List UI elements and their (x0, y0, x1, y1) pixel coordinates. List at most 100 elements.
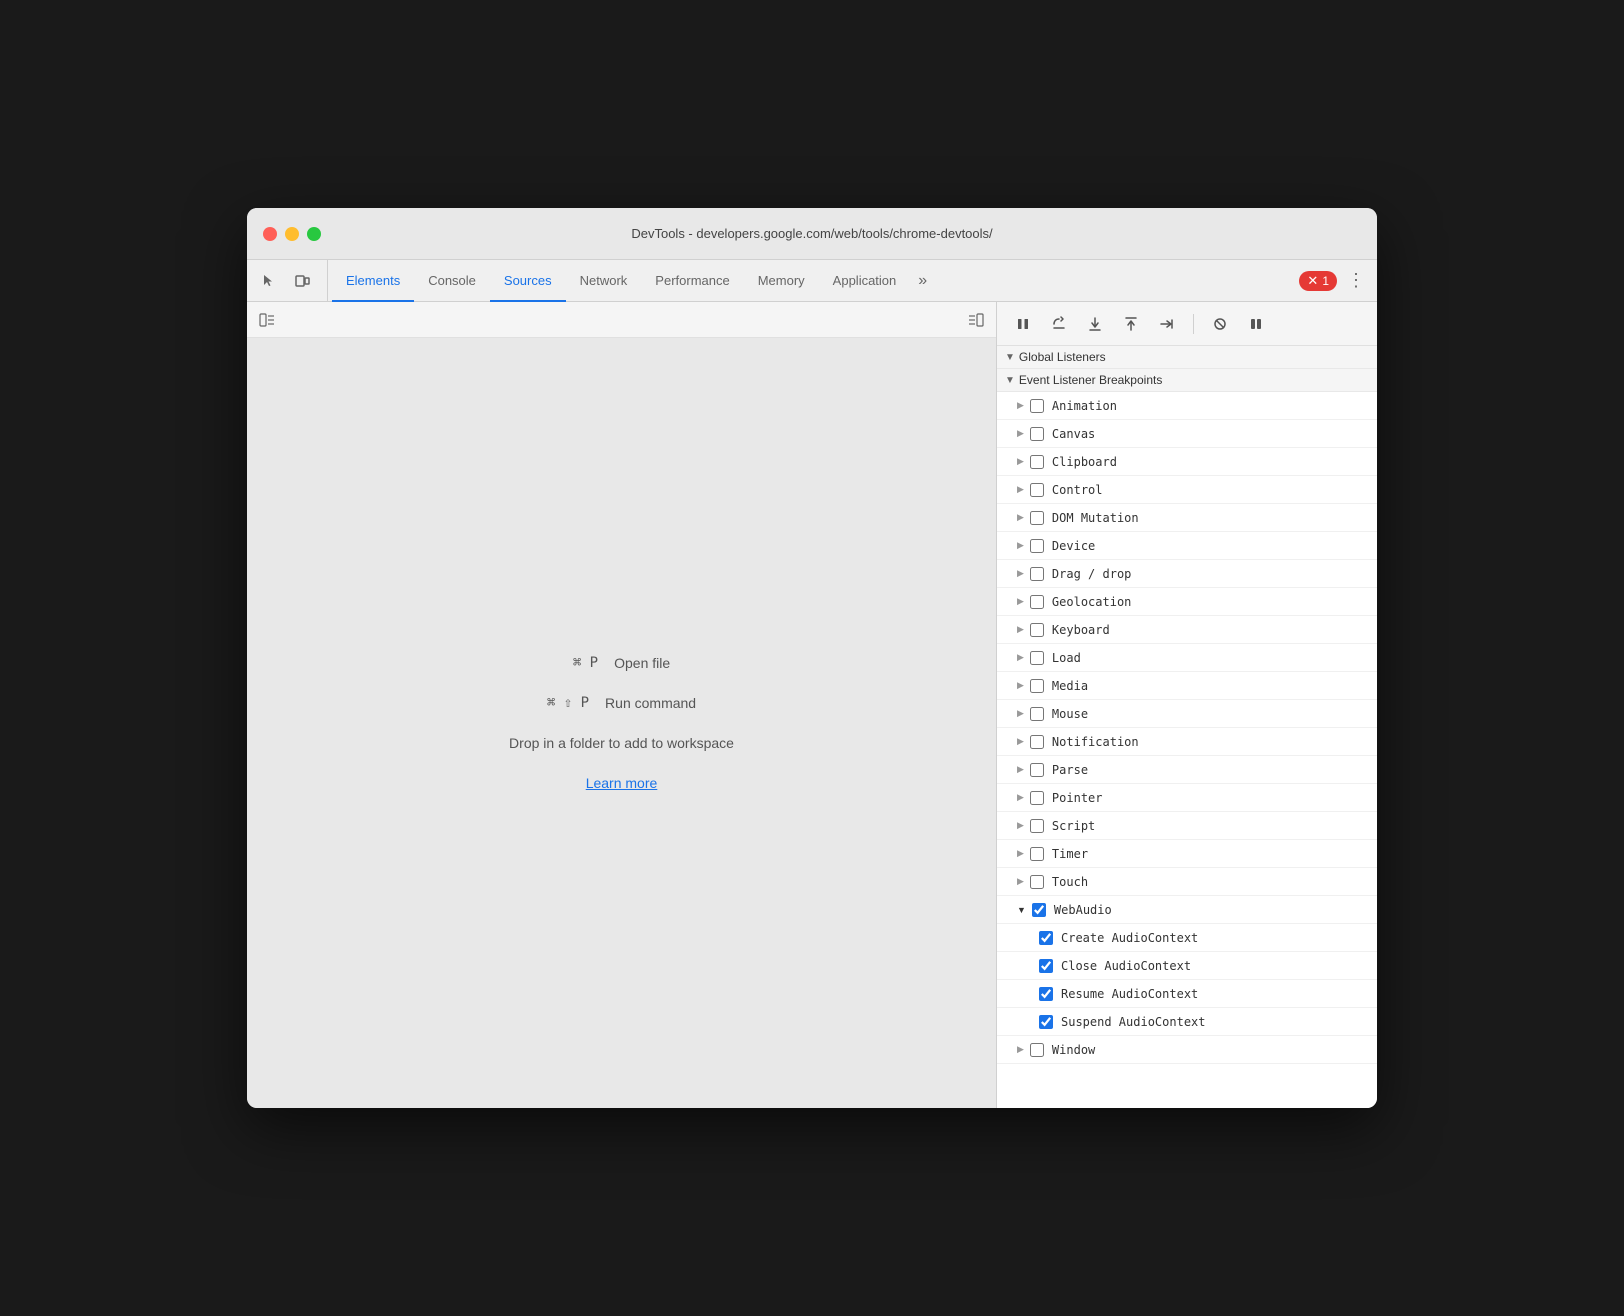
bp-item-script[interactable]: ▶ Script (997, 812, 1377, 840)
bp-item-suspend-audiocontext[interactable]: Suspend AudioContext (997, 1008, 1377, 1036)
bp-checkbox-media[interactable] (1030, 679, 1044, 693)
bp-checkbox-close-audiocontext[interactable] (1039, 959, 1053, 973)
step-out-button[interactable] (1117, 310, 1145, 338)
tab-memory[interactable]: Memory (744, 261, 819, 302)
more-options-button[interactable]: ⋮ (1343, 268, 1369, 294)
bp-item-dom-mutation[interactable]: ▶ DOM Mutation (997, 504, 1377, 532)
bp-checkbox-notification[interactable] (1030, 735, 1044, 749)
error-badge[interactable]: ✕ 1 (1299, 271, 1337, 291)
bp-checkbox-create-audiocontext[interactable] (1039, 931, 1053, 945)
debugger-toolbar (997, 302, 1377, 346)
toolbar-separator (1193, 314, 1194, 334)
bp-arrow-control: ▶ (1017, 484, 1024, 495)
bp-item-device[interactable]: ▶ Device (997, 532, 1377, 560)
bp-label-script: Script (1052, 819, 1095, 833)
bp-checkbox-keyboard[interactable] (1030, 623, 1044, 637)
bp-checkbox-suspend-audiocontext[interactable] (1039, 1015, 1053, 1029)
event-listener-section-header[interactable]: ▼ Event Listener Breakpoints (997, 369, 1377, 392)
bp-item-notification[interactable]: ▶ Notification (997, 728, 1377, 756)
bp-label-pointer: Pointer (1052, 791, 1103, 805)
bp-item-clipboard[interactable]: ▶ Clipboard (997, 448, 1377, 476)
window-title: DevTools - developers.google.com/web/too… (631, 226, 992, 241)
bp-checkbox-timer[interactable] (1030, 847, 1044, 861)
pause-button[interactable] (1009, 310, 1037, 338)
bp-checkbox-animation[interactable] (1030, 399, 1044, 413)
bp-checkbox-dom-mutation[interactable] (1030, 511, 1044, 525)
global-listeners-label: Global Listeners (1019, 350, 1106, 364)
cursor-icon[interactable] (255, 268, 281, 294)
bp-item-control[interactable]: ▶ Control (997, 476, 1377, 504)
tab-application[interactable]: Application (819, 261, 911, 302)
bp-item-animation[interactable]: ▶ Animation (997, 392, 1377, 420)
bp-label-media: Media (1052, 679, 1088, 693)
learn-more-link[interactable]: Learn more (586, 775, 658, 791)
toolbar-icons (255, 260, 328, 301)
bp-label-timer: Timer (1052, 847, 1088, 861)
step-over-button[interactable] (1045, 310, 1073, 338)
bp-item-mouse[interactable]: ▶ Mouse (997, 700, 1377, 728)
bp-checkbox-pointer[interactable] (1030, 791, 1044, 805)
step-into-button[interactable] (1081, 310, 1109, 338)
bp-checkbox-script[interactable] (1030, 819, 1044, 833)
error-count: 1 (1322, 274, 1329, 288)
tab-console[interactable]: Console (414, 261, 490, 302)
show-navigator-icon[interactable] (255, 308, 279, 332)
bp-item-close-audiocontext[interactable]: Close AudioContext (997, 952, 1377, 980)
bp-item-load[interactable]: ▶ Load (997, 644, 1377, 672)
show-debugger-icon[interactable] (964, 308, 988, 332)
tab-performance[interactable]: Performance (641, 261, 743, 302)
bp-item-geolocation[interactable]: ▶ Geolocation (997, 588, 1377, 616)
bp-checkbox-parse[interactable] (1030, 763, 1044, 777)
devtools-window: DevTools - developers.google.com/web/too… (247, 208, 1377, 1108)
bp-item-window[interactable]: ▶ Window (997, 1036, 1377, 1064)
step-button[interactable] (1153, 310, 1181, 338)
tab-bar-right: ✕ 1 ⋮ (1299, 260, 1369, 301)
bp-item-webaudio[interactable]: ▼ WebAudio (997, 896, 1377, 924)
main-content: ⌘ P Open file ⌘ ⇧ P Run command Drop in … (247, 302, 1377, 1108)
bp-item-resume-audiocontext[interactable]: Resume AudioContext (997, 980, 1377, 1008)
bp-item-parse[interactable]: ▶ Parse (997, 756, 1377, 784)
bp-item-timer[interactable]: ▶ Timer (997, 840, 1377, 868)
bp-arrow-dom-mutation: ▶ (1017, 512, 1024, 523)
bp-arrow-device: ▶ (1017, 540, 1024, 551)
bp-item-touch[interactable]: ▶ Touch (997, 868, 1377, 896)
tab-network[interactable]: Network (566, 261, 642, 302)
device-toggle-icon[interactable] (289, 268, 315, 294)
deactivate-breakpoints-button[interactable] (1206, 310, 1234, 338)
tab-elements[interactable]: Elements (332, 261, 414, 302)
more-tabs-button[interactable]: » (910, 260, 935, 301)
bp-checkbox-window[interactable] (1030, 1043, 1044, 1057)
bp-checkbox-canvas[interactable] (1030, 427, 1044, 441)
bp-item-keyboard[interactable]: ▶ Keyboard (997, 616, 1377, 644)
tab-sources[interactable]: Sources (490, 261, 566, 302)
bp-checkbox-drag-drop[interactable] (1030, 567, 1044, 581)
bp-checkbox-load[interactable] (1030, 651, 1044, 665)
bp-checkbox-geolocation[interactable] (1030, 595, 1044, 609)
bp-item-pointer[interactable]: ▶ Pointer (997, 784, 1377, 812)
bp-label-create-audiocontext: Create AudioContext (1061, 931, 1198, 945)
bp-checkbox-device[interactable] (1030, 539, 1044, 553)
bp-checkbox-clipboard[interactable] (1030, 455, 1044, 469)
event-listener-arrow: ▼ (1005, 375, 1015, 386)
bp-checkbox-webaudio[interactable] (1032, 903, 1046, 917)
bp-label-webaudio: WebAudio (1054, 903, 1112, 917)
bp-checkbox-control[interactable] (1030, 483, 1044, 497)
bp-arrow-touch: ▶ (1017, 876, 1024, 887)
bp-item-drag-drop[interactable]: ▶ Drag / drop (997, 560, 1377, 588)
bp-arrow-clipboard: ▶ (1017, 456, 1024, 467)
bp-item-create-audiocontext[interactable]: Create AudioContext (997, 924, 1377, 952)
bp-label-control: Control (1052, 483, 1103, 497)
maximize-button[interactable] (307, 227, 321, 241)
close-button[interactable] (263, 227, 277, 241)
bp-item-media[interactable]: ▶ Media (997, 672, 1377, 700)
pause-on-exceptions-button[interactable] (1242, 310, 1270, 338)
bp-checkbox-resume-audiocontext[interactable] (1039, 987, 1053, 1001)
global-listeners-section[interactable]: ▼ Global Listeners (997, 346, 1377, 369)
bp-checkbox-mouse[interactable] (1030, 707, 1044, 721)
bp-checkbox-touch[interactable] (1030, 875, 1044, 889)
minimize-button[interactable] (285, 227, 299, 241)
bp-arrow-pointer: ▶ (1017, 792, 1024, 803)
bp-label-touch: Touch (1052, 875, 1088, 889)
bp-arrow-notification: ▶ (1017, 736, 1024, 747)
bp-item-canvas[interactable]: ▶ Canvas (997, 420, 1377, 448)
